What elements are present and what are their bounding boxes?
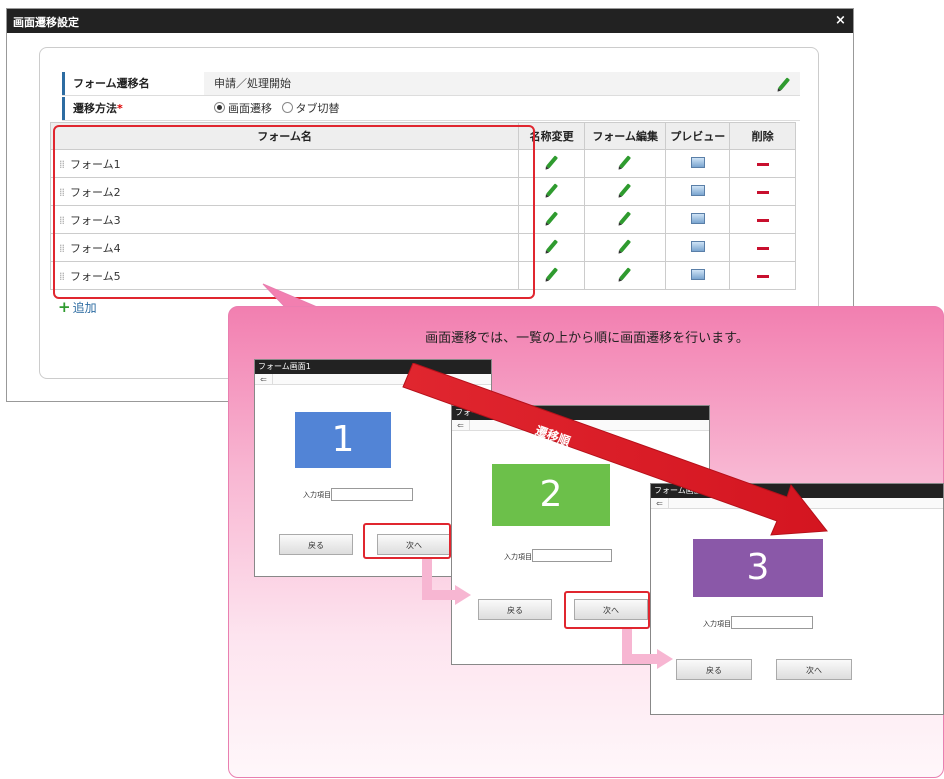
transition-name-label: フォーム遷移名 (62, 72, 204, 95)
radio-screen-transition[interactable] (214, 102, 225, 113)
preview-icon[interactable] (690, 212, 705, 224)
preview-icon[interactable] (690, 240, 705, 252)
plus-icon: + (58, 298, 71, 316)
transition-method-options: 画面遷移 タブ切替 (204, 97, 800, 120)
transition-method-label-cell: 遷移方法* (62, 97, 204, 120)
edit-form-pencil-icon[interactable] (619, 155, 632, 169)
delete-minus-icon[interactable] (756, 274, 769, 278)
delete-minus-icon[interactable] (756, 246, 769, 250)
edit-form-pencil-icon[interactable] (619, 211, 632, 225)
form-list-highlight (53, 125, 535, 299)
transition-method-label: 遷移方法 (73, 102, 117, 115)
add-form-label: 追加 (72, 301, 97, 315)
transition-name-row: フォーム遷移名 申請／処理開始 (62, 72, 800, 96)
header-delete: 削除 (729, 122, 796, 150)
edit-form-pencil-icon[interactable] (619, 183, 632, 197)
radio-tab-switch[interactable] (281, 102, 293, 113)
transition-order-arrow (402, 363, 828, 536)
transition-method-row: 遷移方法* 画面遷移 タブ切替 (62, 97, 800, 121)
edit-form-pencil-icon[interactable] (619, 267, 632, 281)
rename-pencil-icon[interactable] (545, 267, 558, 281)
delete-minus-icon[interactable] (756, 162, 769, 166)
delete-minus-icon[interactable] (756, 218, 769, 222)
rename-pencil-icon[interactable] (545, 211, 558, 225)
rename-pencil-icon[interactable] (545, 155, 558, 169)
transition-name-value-cell: 申請／処理開始 (204, 72, 800, 95)
option-tab-switch-label[interactable]: タブ切替 (296, 102, 340, 115)
rename-pencil-icon[interactable] (545, 239, 558, 253)
explanation-callout: 画面遷移では、一覧の上から順に画面遷移を行います。 フォーム画面1 ⇐ 1 入力… (228, 306, 944, 778)
preview-icon[interactable] (690, 184, 705, 196)
option-screen-transition-label[interactable]: 画面遷移 (228, 102, 272, 115)
rename-pencil-icon[interactable] (545, 183, 558, 197)
close-icon[interactable]: × (835, 13, 846, 28)
dialog-titlebar: 画面遷移設定 × (7, 9, 853, 33)
transition-name-value: 申請／処理開始 (214, 77, 291, 90)
edit-form-pencil-icon[interactable] (619, 239, 632, 253)
edit-pencil-icon[interactable] (777, 77, 791, 91)
dialog-title: 画面遷移設定 (13, 16, 79, 29)
delete-minus-icon[interactable] (756, 190, 769, 194)
preview-icon[interactable] (690, 156, 705, 168)
preview-icon[interactable] (690, 268, 705, 280)
add-form-link[interactable]: + 追加 (58, 298, 97, 316)
required-mark: * (117, 102, 123, 115)
header-preview: プレビュー (665, 122, 731, 150)
header-form-edit: フォーム編集 (583, 122, 667, 150)
